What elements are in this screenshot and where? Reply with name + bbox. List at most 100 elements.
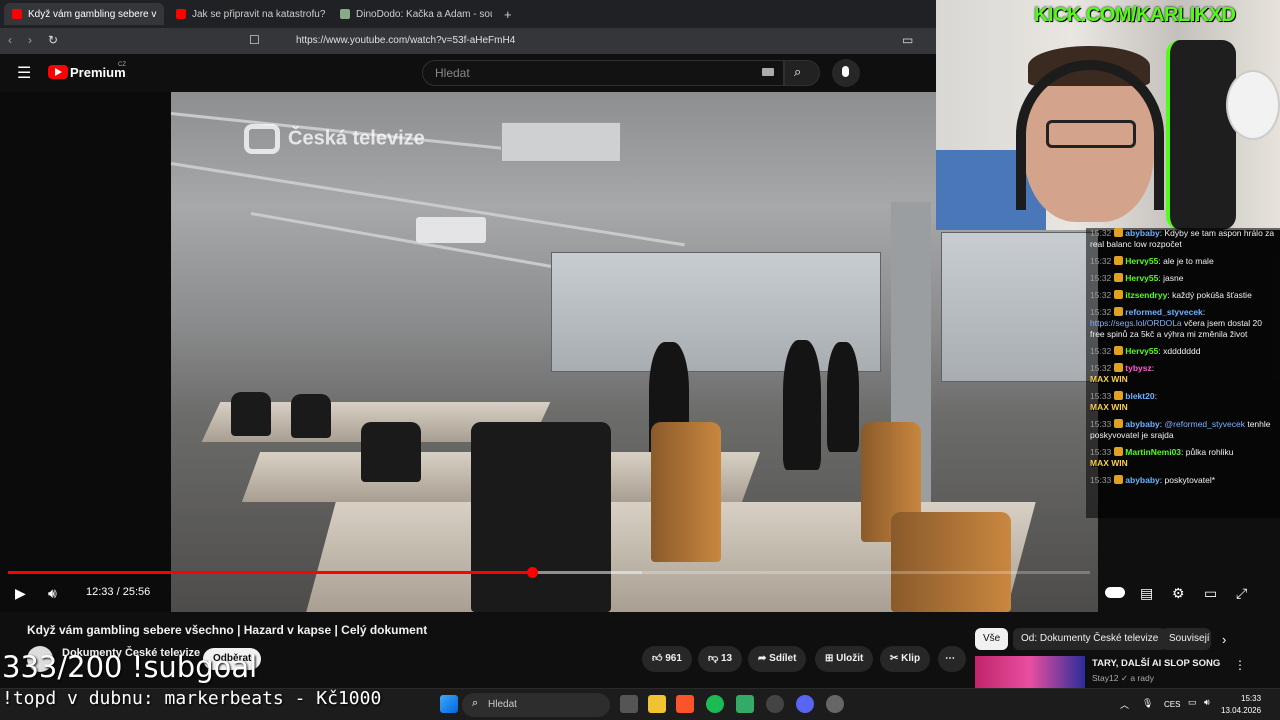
- settings-gear-icon[interactable]: ⚙: [1172, 585, 1185, 602]
- chat-timestamp: 15:32: [1090, 363, 1112, 373]
- window: [941, 232, 1098, 382]
- theater-mode-icon[interactable]: ▭: [1204, 585, 1217, 602]
- back-icon[interactable]: ‹: [8, 33, 12, 47]
- time-current: 12:33: [86, 586, 114, 598]
- browser-tab-active[interactable]: Když vám gambling sebere v ✕: [4, 3, 164, 25]
- chip-all[interactable]: Vše: [975, 628, 1009, 650]
- chat-timestamp: 15:32: [1090, 307, 1112, 317]
- chat-timestamp: 15:32: [1090, 256, 1112, 266]
- subgoal-overlay: 333/200 !subgoal: [2, 650, 258, 684]
- ccleaner-icon[interactable]: [766, 695, 784, 713]
- dislike-count: 13: [720, 653, 733, 664]
- share-button[interactable]: ➦ Sdílet: [748, 646, 807, 672]
- chat-username[interactable]: itzsendryy: [1125, 290, 1167, 300]
- mic-tray-icon[interactable]: 🎙︎: [1142, 698, 1153, 709]
- chat-username[interactable]: tybysz: [1125, 363, 1151, 373]
- chat-username[interactable]: Hervy55: [1125, 273, 1158, 283]
- chat-message: 15:33 abybaby: poskytovatel*: [1090, 475, 1216, 485]
- chair: [651, 422, 721, 562]
- chat-message: 15:32 tybysz: MAX WIN: [1090, 363, 1276, 385]
- chat-link[interactable]: https://segs.lol/ORDOLa: [1090, 318, 1182, 328]
- scrubber-handle[interactable]: [526, 567, 538, 578]
- chair: [291, 394, 331, 438]
- discord-icon[interactable]: [796, 695, 814, 713]
- chat-timestamp: 15:33: [1090, 475, 1112, 485]
- chat-username[interactable]: Hervy55: [1125, 346, 1158, 356]
- url-field[interactable]: https://www.youtube.com/watch?v=53f-aHeF…: [270, 32, 890, 50]
- save-button[interactable]: ⊞ Uložit: [815, 646, 874, 672]
- youtube-logo-icon[interactable]: [48, 65, 68, 79]
- search-input[interactable]: Hledat: [422, 60, 784, 86]
- volume-icon[interactable]: 🔊︎: [48, 585, 57, 602]
- cam-fan: [1226, 70, 1280, 140]
- chat-username[interactable]: abybaby: [1125, 419, 1160, 429]
- keyboard-icon[interactable]: [762, 68, 774, 76]
- chip-related[interactable]: Souvisejí: [1161, 628, 1211, 650]
- recommendation-channel[interactable]: Stay12 ✓ a rady: [1092, 673, 1154, 684]
- chat-username[interactable]: blekt20: [1125, 391, 1154, 401]
- chat-username[interactable]: MartinNemi03: [1125, 447, 1181, 457]
- spotify-icon[interactable]: [706, 695, 724, 713]
- browser-tab[interactable]: Jak se připravit na katastrofu? | What: [168, 3, 328, 25]
- pip-icon[interactable]: ▭: [902, 33, 913, 47]
- like-icon: 👍︎: [652, 653, 663, 664]
- chat-username[interactable]: reformed_styvecek: [1125, 307, 1203, 317]
- webcam-overlay: [936, 0, 1280, 230]
- browser-tab[interactable]: DinoDodo: Kačka a Adam - sourozen: [332, 3, 492, 25]
- language-indicator[interactable]: CES: [1164, 700, 1180, 709]
- clock[interactable]: 15:33 13.04.2026: [1221, 693, 1261, 717]
- chat-username[interactable]: abybaby: [1125, 228, 1160, 238]
- chat-mention[interactable]: @reformed_styvecek: [1165, 419, 1245, 429]
- time-total: 25:56: [122, 586, 151, 598]
- task-view-icon[interactable]: [620, 695, 638, 713]
- new-tab-button[interactable]: +: [496, 3, 516, 25]
- chip-from-channel[interactable]: Od: Dokumenty České televize: [1013, 628, 1167, 650]
- taskbar-search[interactable]: Hledat: [462, 693, 610, 717]
- close-tab-icon[interactable]: ✕: [162, 8, 164, 21]
- bookmark-icon[interactable]: ☐: [249, 33, 260, 47]
- network-icon[interactable]: ▭: [1188, 697, 1197, 708]
- subtitles-icon[interactable]: ▤: [1140, 585, 1153, 602]
- watermark-text: Česká televize: [288, 127, 425, 150]
- play-button[interactable]: ▶: [15, 585, 26, 602]
- volume-tray-icon[interactable]: 🔊︎: [1204, 697, 1210, 708]
- tray-chevron-icon[interactable]: ︿: [1120, 698, 1129, 711]
- recommendation-thumbnail[interactable]: [975, 656, 1085, 688]
- chat-message: 15:33 blekt20: MAX WIN: [1090, 391, 1276, 413]
- menu-icon[interactable]: ☰: [17, 63, 31, 83]
- chat-badge-icon: [1114, 290, 1124, 299]
- chevron-right-icon[interactable]: ›: [1222, 632, 1226, 647]
- obs-icon[interactable]: [826, 695, 844, 713]
- clip-button[interactable]: ✂ Klip: [880, 646, 931, 672]
- chat-badge-icon: [1114, 273, 1124, 282]
- more-actions-button[interactable]: ⋯: [938, 646, 966, 672]
- share-icon: ➦: [758, 653, 767, 664]
- chat-username[interactable]: abybaby: [1125, 475, 1160, 485]
- autoplay-toggle[interactable]: [1105, 587, 1125, 598]
- video-player[interactable]: Česká televize ◐: [0, 92, 1098, 612]
- fullscreen-icon[interactable]: ⤢: [1236, 585, 1247, 602]
- maxwin-emote: MAX WIN: [1090, 458, 1128, 468]
- chat-badge-icon: [1114, 307, 1124, 316]
- brave-browser-icon[interactable]: [676, 695, 694, 713]
- app-icon[interactable]: [736, 695, 754, 713]
- forward-icon[interactable]: ›: [28, 33, 32, 47]
- chat-message: 15:32 reformed_styvecek: https://segs.lol…: [1090, 307, 1262, 339]
- recommendation-title[interactable]: TARY, DALŠÍ AI SLOP SONG: [1092, 658, 1220, 669]
- share-label: Sdílet: [769, 653, 797, 664]
- search-button[interactable]: ⌕: [784, 60, 820, 86]
- voice-search-button[interactable]: [832, 59, 860, 87]
- file-explorer-icon[interactable]: [648, 695, 666, 713]
- projector: [416, 217, 486, 243]
- kebab-menu-icon[interactable]: ⋮: [1234, 658, 1246, 672]
- chat-username[interactable]: Hervy55: [1125, 256, 1158, 266]
- windows-start-icon[interactable]: [440, 695, 458, 713]
- progress-bar[interactable]: [8, 567, 1090, 578]
- reload-icon[interactable]: ↻: [48, 33, 58, 47]
- chat-timestamp: 15:32: [1090, 290, 1112, 300]
- like-button[interactable]: 👍︎ 961: [642, 646, 692, 672]
- chat-text: ale je to male: [1163, 256, 1214, 266]
- dislike-button[interactable]: 👎︎ 13: [698, 646, 743, 672]
- save-label: Uložit: [836, 653, 864, 664]
- chat-message: 15:32 Hervy55: ale je to male: [1090, 256, 1214, 266]
